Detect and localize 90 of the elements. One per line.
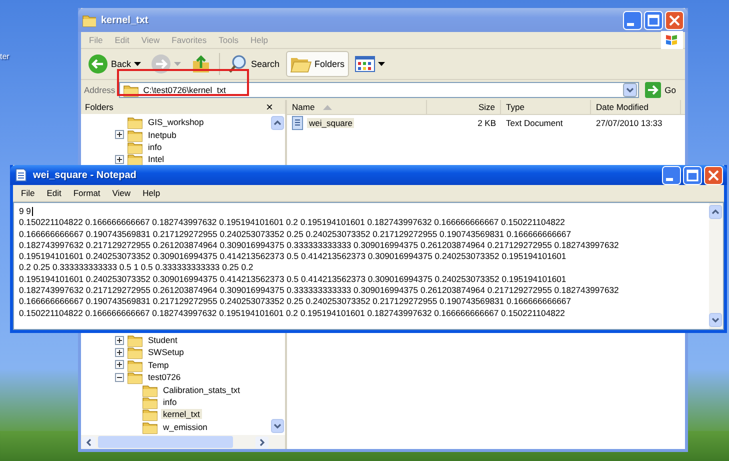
folders-icon: [290, 55, 312, 73]
horizontal-scrollbar[interactable]: [81, 435, 285, 449]
caret-icon: [134, 62, 142, 66]
close-icon[interactable]: [704, 166, 723, 184]
caret-icon: [378, 62, 385, 66]
menu-item[interactable]: Format: [67, 188, 106, 198]
views-icon: [354, 55, 375, 73]
scroll-left-icon[interactable]: [82, 436, 96, 448]
minimize-icon[interactable]: [623, 10, 642, 30]
expand-icon[interactable]: [115, 336, 124, 345]
text-line: 0.150221104822 0.166666666667 0.182743997632 0.195194101601 0.2 0.195194101601 0.182743997632 0.166666666667 0.150221104822: [19, 217, 566, 229]
scroll-down-icon[interactable]: [271, 419, 284, 433]
text-line: 0.195194101601 0.240253073352 0.309016994375 0.414213562373 0.5 0.414213562373 0.309016994375 0.240253073352 0.195194101601: [19, 251, 568, 262]
text-line: 0.195194101601 0.240253073352 0.309016994375 0.414213562373 0.5 0.414213562373 0.309016994375 0.240253073352 0.195194101601: [19, 274, 568, 286]
folder-icon: [127, 152, 143, 166]
caret-icon: [174, 62, 182, 66]
column-header[interactable]: Size: [427, 100, 501, 114]
back-button[interactable]: Back: [84, 51, 146, 77]
pane-title: Folders: [85, 102, 114, 112]
folder-tree-item[interactable]: Temp: [146, 360, 171, 370]
folder-tree-item[interactable]: Intel: [146, 154, 166, 164]
collapse-icon[interactable]: [115, 372, 124, 382]
scrollbar-thumb[interactable]: [98, 436, 233, 448]
folder-icon: [127, 115, 143, 130]
folder-icon: [142, 395, 158, 410]
folder-icon: [127, 370, 143, 384]
menu-item[interactable]: Help: [136, 188, 166, 198]
folder-tree-item[interactable]: Inetpub: [146, 130, 178, 140]
text-line: 0.166666666667 0.190743569831 0.217129272955 0.240253073352 0.25 0.240253073352 0.217129272955 0.190743569831 0.166666666667: [19, 228, 572, 240]
maximize-icon[interactable]: [683, 166, 702, 184]
address-label: Address: [84, 85, 116, 95]
folder-tree-item[interactable]: kernel_txt: [161, 409, 202, 420]
scroll-down-icon[interactable]: [709, 313, 722, 327]
windows-logo-icon: [661, 31, 683, 49]
folder-tree-item[interactable]: info: [161, 397, 179, 408]
menu-item[interactable]: Edit: [40, 188, 68, 198]
expand-icon[interactable]: [115, 348, 124, 357]
file-name[interactable]: wei_square: [307, 118, 354, 128]
menu-item[interactable]: View: [106, 188, 137, 198]
folder-icon: [127, 345, 143, 360]
folder-tree-item[interactable]: info: [146, 142, 164, 152]
close-icon[interactable]: [665, 10, 684, 30]
folder-icon: [127, 140, 143, 154]
expand-icon[interactable]: [115, 130, 124, 140]
folder-icon: [82, 13, 96, 27]
maximize-icon[interactable]: [644, 10, 663, 30]
text-line: 0.150221104822 0.166666666667 0.182743997632 0.195194101601 0.2 0.195194101601 0.182743997632 0.166666666667 0.150221104822: [19, 308, 566, 319]
file-size: 2 KB: [476, 118, 497, 128]
column-header[interactable]: Date Modified: [591, 100, 681, 114]
text-line: 0.182743997632 0.217129272955 0.261203874964 0.309016994375 0.333333333333 0.309016994375 0.261203874964 0.217129272955 0.182743997632: [19, 285, 620, 296]
scroll-right-icon[interactable]: [255, 436, 269, 448]
text-line: 0.2 0.25 0.333333333333 0.5 1 0.5 0.333333333333 0.25 0.2: [19, 262, 254, 274]
folder-up-icon: [191, 54, 212, 74]
folder-tree-item[interactable]: GIS_workshop: [146, 117, 206, 128]
folder-icon: [142, 407, 158, 422]
folder-tree-item[interactable]: test0726: [146, 372, 183, 382]
folder-icon: [127, 358, 143, 372]
folder-icon: [142, 382, 158, 397]
expand-icon[interactable]: [115, 154, 124, 164]
folder-icon: [127, 333, 143, 348]
close-pane-button[interactable]: ×: [266, 100, 281, 114]
search-button[interactable]: Search: [224, 51, 284, 77]
folder-icon: [127, 128, 143, 142]
column-header[interactable]: Type: [501, 100, 591, 114]
text-line: 0.166666666667 0.190743569831 0.217129272955 0.240253073352 0.25 0.240253073352 0.217129272955 0.190743569831 0.166666666667: [19, 296, 572, 308]
folder-tree-item[interactable]: Student: [146, 335, 180, 346]
folder-tree-item[interactable]: SWSetup: [146, 347, 186, 358]
notepad-icon: [14, 168, 28, 182]
vertical-scrollbar[interactable]: [709, 203, 723, 329]
search-icon: [228, 54, 248, 74]
folder-tree-item[interactable]: w_emission: [161, 422, 210, 432]
text-line: 9 9: [19, 206, 34, 218]
window-title: wei_square - Notepad: [33, 170, 138, 180]
go-button[interactable]: Go: [642, 82, 682, 98]
text-file-icon: [292, 116, 303, 130]
scroll-up-icon[interactable]: [271, 116, 284, 130]
window-title: kernel_txt: [101, 14, 150, 26]
file-type: Text Document: [505, 118, 564, 128]
text-line: 0.182743997632 0.217129272955 0.261203874964 0.309016994375 0.333333333333 0.309016994375 0.261203874964 0.217129272955 0.182743997632: [19, 240, 620, 252]
file-date: 27/07/2010 13:33: [595, 118, 664, 128]
go-arrow-icon: [644, 82, 661, 98]
minimize-icon[interactable]: [662, 166, 681, 184]
folder-tree-item[interactable]: Calibration_stats_txt: [161, 384, 242, 395]
expand-icon[interactable]: [115, 360, 124, 370]
menu-item[interactable]: File: [15, 188, 41, 198]
folder-icon: [142, 420, 158, 434]
address-field[interactable]: C:\test0726\kernel_txt: [119, 82, 639, 98]
folders-button[interactable]: Folders: [286, 51, 349, 77]
column-header[interactable]: Name: [287, 100, 427, 114]
scroll-up-icon[interactable]: [709, 205, 722, 219]
